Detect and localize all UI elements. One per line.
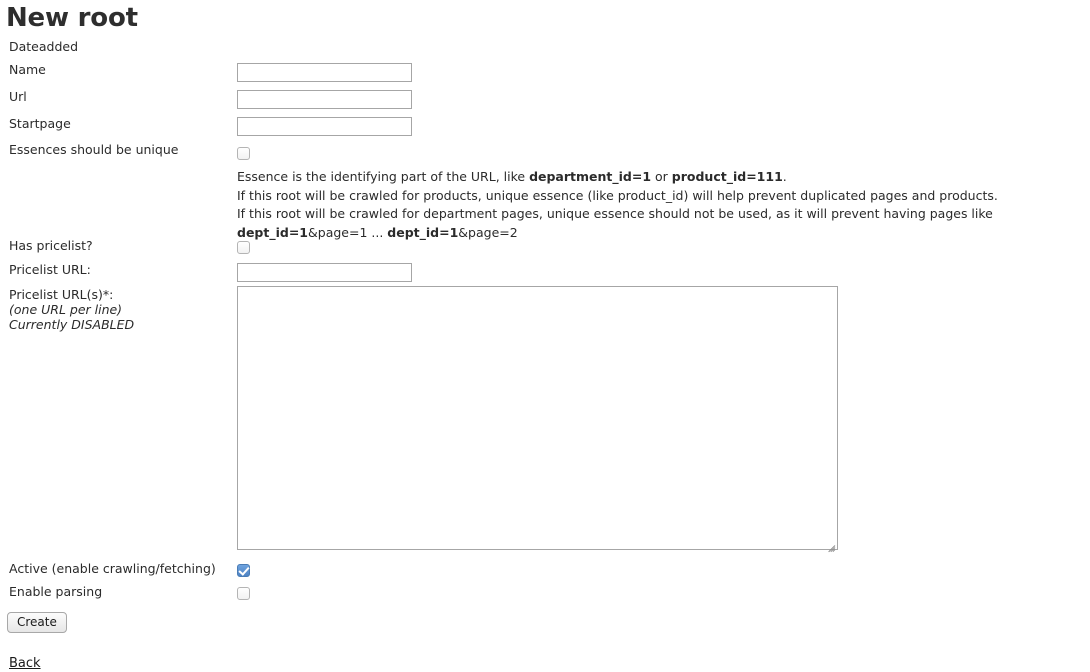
field-active <box>237 560 1090 579</box>
form-row-active: Active (enable crawling/fetching) <box>0 560 1090 583</box>
form-row-startpage: Startpage <box>0 115 1090 141</box>
name-input[interactable] <box>237 62 412 82</box>
form-row-url: Url <box>0 88 1090 115</box>
page-title: New root <box>6 3 138 33</box>
label-pricelist-url: Pricelist URL: <box>9 262 91 277</box>
essence-help-line: If this root will be crawled for product… <box>237 187 1090 206</box>
form-row-dateadded: Dateadded <box>0 33 1090 61</box>
label-pricelist-urls-hint-two: Currently DISABLED <box>9 317 135 332</box>
essence-help-text-run: Essence is the identifying part of the U… <box>237 169 530 184</box>
field-essence-unique: Essence is the identifying part of the U… <box>237 141 1090 242</box>
essence-help-line: Essence is the identifying part of the U… <box>237 168 1090 187</box>
field-has-pricelist <box>237 237 1090 256</box>
essence-help-emphasis: product_id=111 <box>671 169 783 184</box>
label-active: Active (enable crawling/fetching) <box>9 561 216 576</box>
url-input[interactable] <box>237 89 412 109</box>
field-enable-parsing <box>237 583 1090 602</box>
label-pricelist-urls-main: Pricelist URL(s)*: <box>9 287 114 302</box>
form-row-pricelist-urls: Pricelist URL(s)*: (one URL per line) Cu… <box>0 286 1090 560</box>
field-pricelist-url <box>237 261 1090 282</box>
back-link[interactable]: Back <box>9 656 41 671</box>
enable-parsing-checkbox[interactable] <box>237 587 250 600</box>
label-url: Url <box>9 89 27 104</box>
label-essences-should-be-unique: Essences should be unique <box>9 142 179 157</box>
has-pricelist-checkbox[interactable] <box>237 241 250 254</box>
essence-help-line: If this root will be crawled for departm… <box>237 205 1090 224</box>
essence-help-text-run: If this root will be crawled for product… <box>237 187 998 203</box>
new-root-form: Dateadded Name Url Startpage Essences sh… <box>0 33 1090 633</box>
label-dateadded: Dateadded <box>9 39 79 54</box>
essence-help-text-run: or <box>651 169 672 184</box>
startpage-input[interactable] <box>237 116 412 136</box>
label-enable-parsing: Enable parsing <box>9 584 103 599</box>
field-url <box>237 88 1090 109</box>
essence-help-emphasis: department_id=1 <box>529 169 652 184</box>
field-name <box>237 61 1090 82</box>
form-row-pricelist-url: Pricelist URL: <box>0 261 1090 286</box>
field-pricelist-urls <box>237 286 1090 553</box>
page-container: New root Dateadded Name Url Startpage Es <box>0 0 1090 672</box>
create-button[interactable]: Create <box>7 612 67 633</box>
essence-help-text-run: . <box>782 169 787 184</box>
label-has-pricelist: Has pricelist? <box>9 238 93 253</box>
form-row-name: Name <box>0 61 1090 88</box>
form-row-has-pricelist: Has pricelist? <box>0 237 1090 261</box>
pricelist-url-input[interactable] <box>237 262 412 282</box>
label-name: Name <box>9 62 46 77</box>
essence-help-text-run: If this root will be crawled for departm… <box>237 206 993 221</box>
essence-unique-checkbox-wrap <box>237 141 1090 162</box>
pricelist-urls-textarea[interactable] <box>237 286 838 553</box>
form-row-enable-parsing: Enable parsing <box>0 583 1090 607</box>
field-startpage <box>237 115 1090 136</box>
form-row-essence-unique: Essences should be unique Essence is the… <box>0 141 1090 240</box>
essence-help-text: Essence is the identifying part of the U… <box>237 162 1090 242</box>
label-pricelist-urls-hint-one: (one URL per line) <box>9 302 123 317</box>
label-startpage: Startpage <box>9 116 71 131</box>
label-pricelist-urls: Pricelist URL(s)*: (one URL per line) Cu… <box>9 286 237 332</box>
essence-unique-checkbox[interactable] <box>237 147 250 160</box>
active-checkbox[interactable] <box>237 564 250 577</box>
resize-handle-icon[interactable] <box>824 536 836 553</box>
